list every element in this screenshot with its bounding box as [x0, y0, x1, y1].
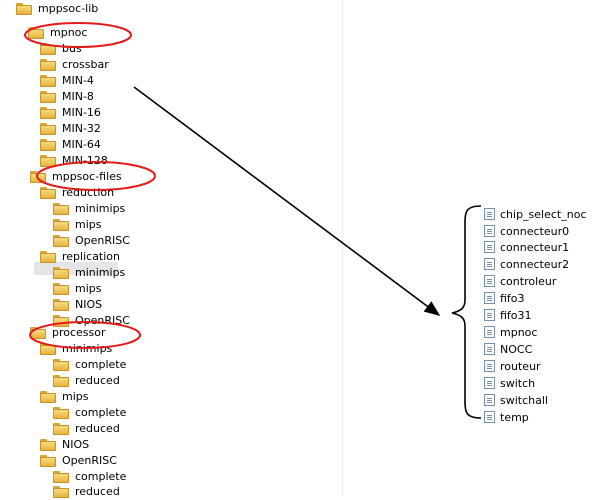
highlight-ellipse-processor [29, 321, 141, 349]
highlight-ellipse-mpnoc [24, 22, 132, 48]
highlight-ellipse-mppsoc-files [36, 161, 156, 191]
grouping-brace [451, 205, 482, 419]
annotation-overlay [24, 22, 482, 419]
annotation-arrow [133, 86, 441, 316]
